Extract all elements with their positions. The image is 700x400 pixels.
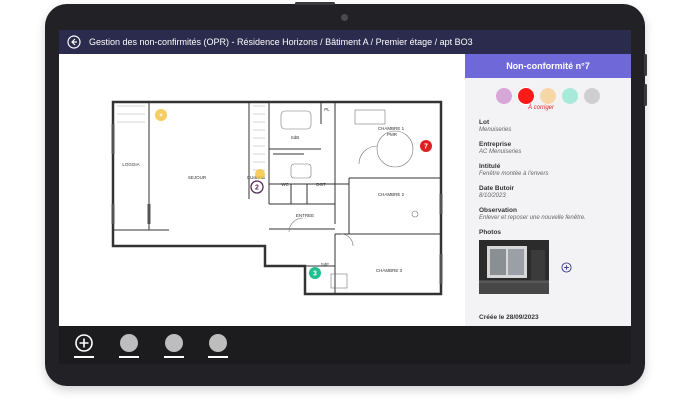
add-underline xyxy=(74,356,94,358)
status-dot-grey[interactable] xyxy=(584,88,600,104)
room-sejour: SEJOUR xyxy=(188,175,207,180)
marker-2-label: 2 xyxy=(255,185,259,192)
room-chambre3: CHAMBRE 3 xyxy=(376,268,403,273)
marker-yellow-kitchen[interactable] xyxy=(255,169,265,179)
status-dot-pink[interactable] xyxy=(496,88,512,104)
observation-label: Observation xyxy=(479,207,517,214)
back-arrow-icon[interactable] xyxy=(67,35,81,49)
status-selector xyxy=(465,88,631,104)
tool-button-1[interactable] xyxy=(120,334,138,352)
status-dot-beige[interactable] xyxy=(540,88,556,104)
date-value[interactable]: 8/10/2023 xyxy=(479,193,631,199)
room-dgt: DGT xyxy=(316,182,326,187)
room-wc: WC xyxy=(281,182,289,187)
bottom-toolbar xyxy=(59,326,631,364)
tool-button-3[interactable] xyxy=(209,334,227,352)
room-pmr: PMR xyxy=(387,132,398,137)
field-lot: Lot Menuiseries xyxy=(479,119,631,133)
photos-label: Photos xyxy=(479,229,502,236)
room-entree: ENTREE xyxy=(296,213,314,218)
breadcrumb: Gestion des non-confirmités (OPR) - Rési… xyxy=(89,37,473,47)
camera xyxy=(341,14,348,21)
room-chambre1: CHAMBRE 1 xyxy=(378,126,405,131)
created-date: Créée le 28/09/2023 xyxy=(479,314,539,321)
entreprise-label: Entreprise xyxy=(479,141,512,148)
marker-7[interactable]: 7 xyxy=(420,140,432,152)
tool-underline-2 xyxy=(164,356,184,358)
field-entreprise: Entreprise AC Menuiseries xyxy=(479,141,631,155)
marker-3-label: 3 xyxy=(313,271,317,278)
tablet-frame: Gestion des non-confirmités (OPR) - Rési… xyxy=(45,2,647,386)
volume-button-2 xyxy=(644,84,647,106)
svg-text:×: × xyxy=(159,113,163,119)
nc-detail-panel: Non-conformité n°7 À corriger Lot Menuis… xyxy=(465,54,631,326)
status-dot-red[interactable] xyxy=(518,88,534,104)
tool-underline-1 xyxy=(119,356,139,358)
top-bar: Gestion des non-confirmités (OPR) - Rési… xyxy=(59,30,631,54)
observation-value[interactable]: Enlever et reposer une nouvelle fenêtre. xyxy=(479,215,631,221)
room-sde: SdE xyxy=(321,262,330,267)
panel-title: Non-conformité n°7 xyxy=(465,54,631,78)
tool-button-2[interactable] xyxy=(165,334,183,352)
field-photos: Photos xyxy=(479,229,631,294)
room-chambre2: CHAMBRE 2 xyxy=(378,192,405,197)
status-dot-mint[interactable] xyxy=(562,88,578,104)
marker-2[interactable]: 2 xyxy=(250,180,264,194)
room-loggia: LOGGIA xyxy=(122,162,139,167)
date-label: Date Butoir xyxy=(479,185,515,192)
field-date: Date Butoir 8/10/2023 xyxy=(479,185,631,199)
field-observation: Observation Enlever et reposer une nouve… xyxy=(479,207,631,221)
power-button xyxy=(295,2,335,5)
floor-plan-drawing[interactable]: LOGGIA SEJOUR CUISINE SdB WC DGT ENTREE … xyxy=(59,54,464,326)
intitule-value[interactable]: Fenêtre montée à l'envers xyxy=(479,171,631,177)
volume-button xyxy=(644,54,647,76)
room-sdb1: SdB xyxy=(291,135,300,140)
plus-circle-icon[interactable] xyxy=(75,334,93,352)
entreprise-value[interactable]: AC Menuiseries xyxy=(479,149,631,155)
marker-1[interactable]: × xyxy=(155,109,167,121)
status-label: À corriger xyxy=(527,105,554,111)
floor-plan[interactable]: LOGGIA SEJOUR CUISINE SdB WC DGT ENTREE … xyxy=(59,54,464,326)
lot-value[interactable]: Menuiseries xyxy=(479,127,631,133)
room-pl: PL xyxy=(324,107,330,112)
intitule-label: Intitulé xyxy=(479,163,501,170)
add-photo-icon[interactable] xyxy=(561,261,572,273)
lot-label: Lot xyxy=(479,119,490,126)
tool-underline-3 xyxy=(208,356,228,358)
screen: Gestion des non-confirmités (OPR) - Rési… xyxy=(59,30,631,364)
field-intitule: Intitulé Fenêtre montée à l'envers xyxy=(479,163,631,177)
marker-7-label: 7 xyxy=(424,144,428,151)
photo-thumbnail[interactable] xyxy=(479,240,549,294)
marker-3[interactable]: 3 xyxy=(309,267,321,279)
